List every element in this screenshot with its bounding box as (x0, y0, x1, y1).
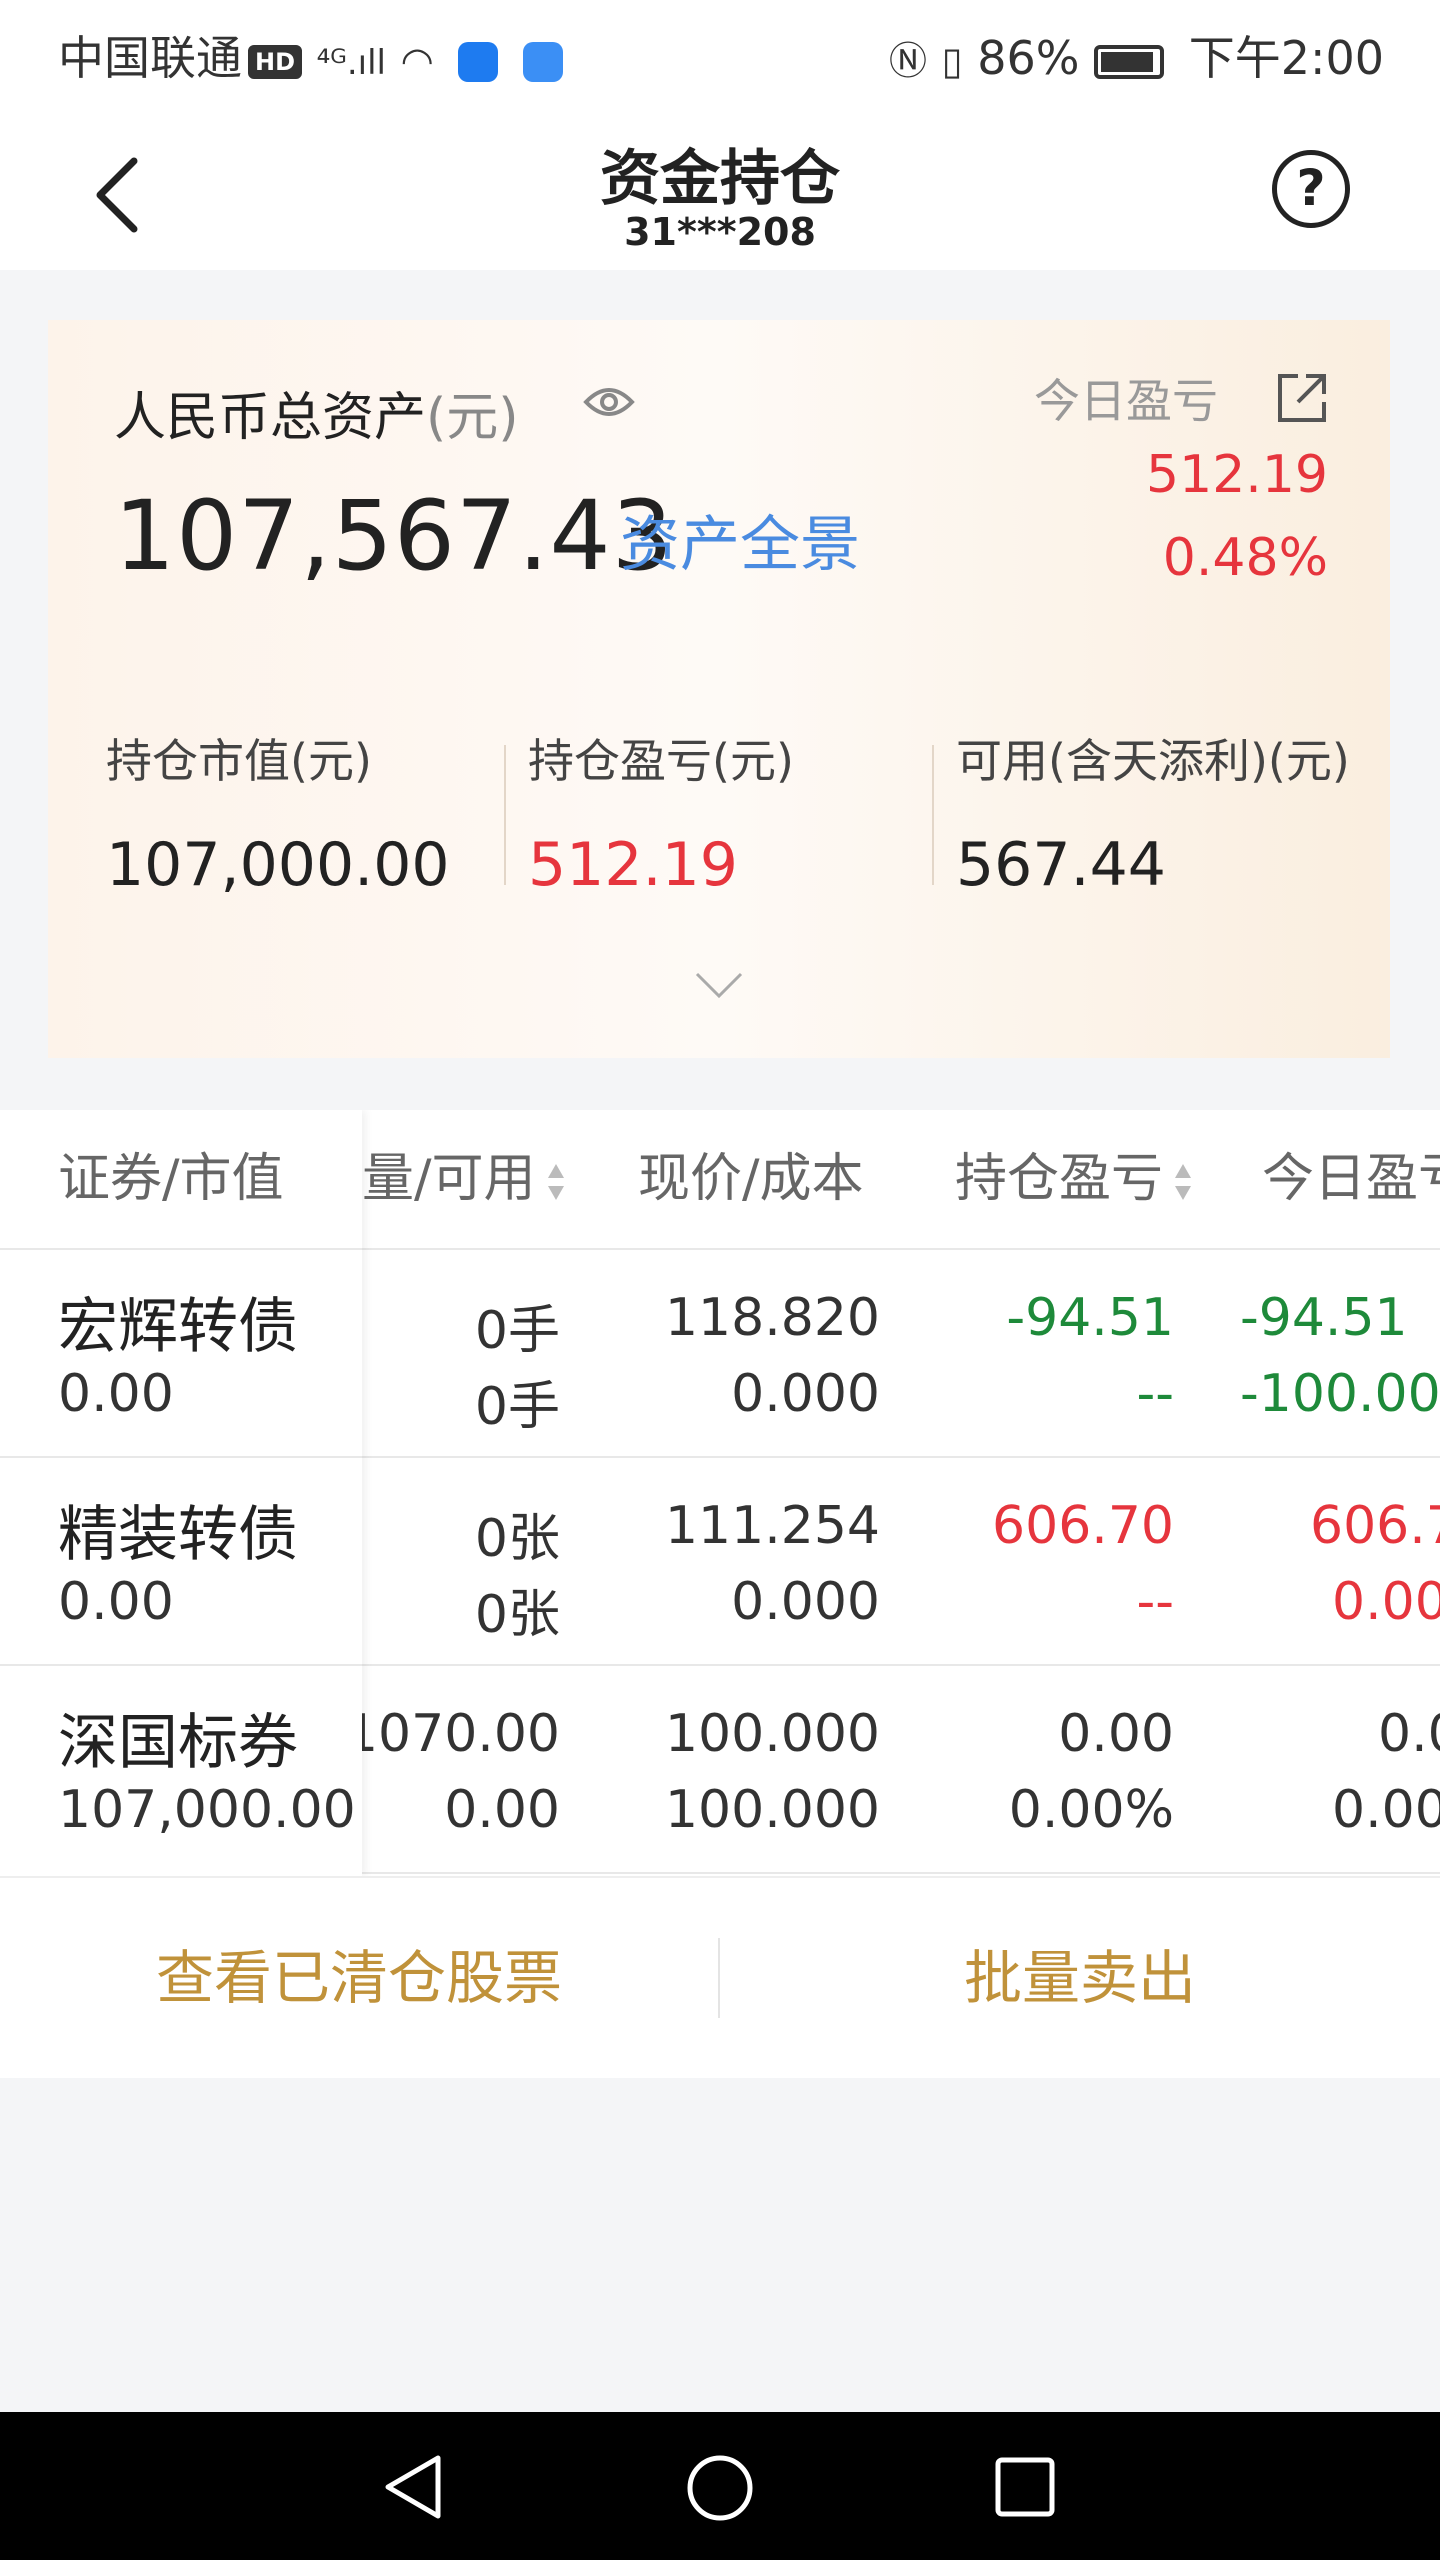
security-name[interactable]: 深国标券 (58, 1694, 298, 1781)
cost-cell: 0.000 (731, 1364, 880, 1424)
position-pl-label: 持仓盈亏(元) (528, 734, 794, 788)
qty-cell: 1070.00 (344, 1704, 560, 1764)
available-cell: 0手 (474, 1377, 560, 1437)
today-pl-label: 今日盈亏 (1034, 374, 1218, 428)
account-number: 31***208 (624, 210, 816, 254)
status-left: 中国联通 HD ⁴ᴳ.ıll ◠ (58, 22, 564, 88)
chevron-down-icon[interactable] (693, 970, 745, 1000)
view-cleared-stocks-button[interactable]: 查看已清仓股票 (0, 1878, 718, 2078)
pl-cell: -94.51 (1006, 1288, 1174, 1348)
cost-cell: 100.000 (664, 1780, 880, 1840)
security-name[interactable]: 宏辉转债 (58, 1278, 298, 1365)
security-market-value: 0.00 (58, 1572, 174, 1632)
col-header-position-pl-text: 持仓盈亏 (955, 1149, 1164, 1209)
lightbulb-app-icon (458, 41, 499, 82)
col-header-position-pl[interactable]: 持仓盈亏 (955, 1110, 1193, 1248)
today-pct-cell: 0.00% (1332, 1780, 1440, 1840)
share-icon[interactable] (1274, 370, 1330, 426)
pl-cell: 0.00 (1058, 1704, 1174, 1764)
available-label: 可用(含天添利)(元) (956, 734, 1350, 788)
asset-overview-link[interactable]: 资产全景 (620, 496, 860, 583)
battery-icon (1094, 44, 1165, 79)
row-divider (0, 1664, 362, 1666)
help-icon[interactable]: ? (1272, 150, 1350, 228)
wifi-icon: ◠ (400, 39, 434, 83)
col-header-today-pl: 今日盈亏 (1262, 1149, 1440, 1209)
clock: 下午2:00 (1188, 31, 1384, 85)
asset-summary-card: 人民币总资产(元) 107,567.43 资产全景 今日盈亏 512.19 0.… (48, 320, 1390, 1058)
col-header-security: 证券/市值 (58, 1149, 284, 1209)
carrier-name: 中国联通 (58, 31, 242, 85)
battery-percent: 86% (977, 31, 1080, 85)
status-right: Ⓝ ▯ 86% 下午2:00 (889, 22, 1384, 88)
recents-square-icon[interactable] (994, 2456, 1056, 2518)
market-value: 107,000.00 (106, 830, 450, 900)
today-pl-percent: 0.48% (1162, 528, 1328, 588)
pl-pct-cell: -- (1136, 1572, 1174, 1632)
today-pl-cell: 606.70 (1310, 1496, 1440, 1556)
col-header-qty-text: 数量/可用 (340, 1149, 536, 1209)
holdings-table[interactable]: 数量/可用 现价/成本 持仓盈亏 今日盈亏 0手 0手 118.820 0.00… (0, 1110, 1440, 1876)
row-divider (0, 1248, 362, 1250)
total-assets-value: 107,567.43 (114, 480, 674, 592)
qty-cell: 0手 (474, 1301, 560, 1361)
today-pl-cell: 0.00 (1378, 1704, 1440, 1764)
nav-header: 资金持仓 31***208 ? (0, 100, 1440, 270)
today-pl-cell: -94.51 (1240, 1288, 1408, 1348)
security-column: 证券/市值 宏辉转债 0.00 精装转债 0.00 深国标券 107,000.0… (0, 1110, 362, 1876)
hd-icon: HD (248, 44, 303, 79)
qty-cell: 0张 (474, 1509, 560, 1569)
eye-icon[interactable] (583, 382, 635, 422)
pl-cell: 606.70 (992, 1496, 1174, 1556)
col-header-qty[interactable]: 数量/可用 (340, 1110, 600, 1248)
divider (932, 745, 934, 885)
signal-icon: ⁴ᴳ.ıll (316, 43, 387, 83)
nfc-icon: Ⓝ (889, 39, 928, 83)
available-cell: 0张 (474, 1585, 560, 1645)
cloud-app-icon (523, 41, 564, 82)
batch-sell-button[interactable]: 批量卖出 (720, 1878, 1440, 2078)
total-assets-unit: (元) (426, 388, 519, 448)
system-nav-bar (0, 2412, 1440, 2560)
total-assets-label: 人民币总资产(元) (114, 375, 519, 450)
row-divider (0, 1456, 362, 1458)
cost-cell: 0.000 (731, 1572, 880, 1632)
status-bar: 中国联通 HD ⁴ᴳ.ıll ◠ Ⓝ ▯ 86% 下午2:00 (0, 0, 1440, 100)
action-bar: 查看已清仓股票 批量卖出 (0, 1876, 1440, 2078)
price-cell: 100.000 (664, 1704, 880, 1764)
pl-pct-cell: -- (1136, 1364, 1174, 1424)
total-assets-label-text: 人民币总资产 (114, 388, 427, 448)
position-pl-value: 512.19 (528, 830, 738, 900)
security-market-value: 0.00 (58, 1364, 174, 1424)
price-cell: 118.820 (664, 1288, 880, 1348)
available-cell: 0.00 (444, 1780, 560, 1840)
today-pl-value: 512.19 (1146, 445, 1328, 505)
sort-icon[interactable] (1173, 1160, 1193, 1204)
security-market-value: 107,000.00 (58, 1780, 356, 1840)
col-header-price: 现价/成本 (638, 1149, 864, 1209)
sort-icon[interactable] (546, 1160, 566, 1204)
market-value-label: 持仓市值(元) (106, 734, 372, 788)
page-title: 资金持仓 (600, 144, 840, 214)
back-triangle-icon[interactable] (380, 2452, 446, 2522)
pl-pct-cell: 0.00% (1008, 1780, 1174, 1840)
vibrate-icon: ▯ (941, 39, 963, 83)
price-cell: 111.254 (664, 1496, 880, 1556)
available-value: 567.44 (956, 830, 1166, 900)
divider (504, 745, 506, 885)
today-pct-cell: 0.00% (1332, 1572, 1440, 1632)
security-name[interactable]: 精装转债 (58, 1486, 298, 1573)
home-circle-icon[interactable] (686, 2454, 754, 2522)
today-pct-cell: -100.00% (1240, 1364, 1440, 1424)
